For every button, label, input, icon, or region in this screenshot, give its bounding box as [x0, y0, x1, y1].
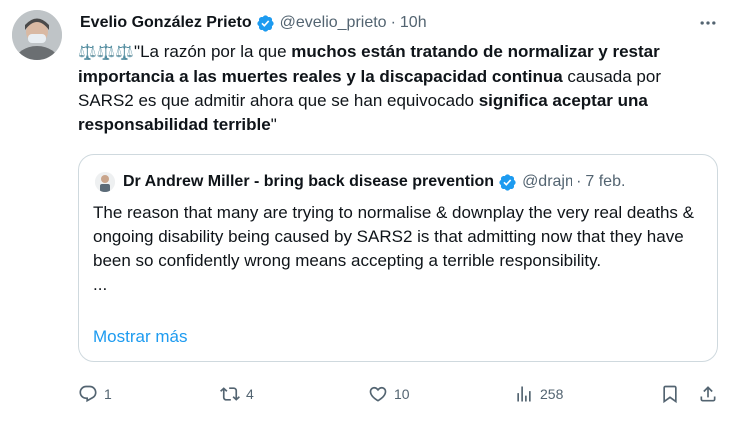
- action-bar: 1 4 10 258: [66, 380, 726, 408]
- tweet-text-part: ": [270, 115, 277, 134]
- show-more-link[interactable]: Mostrar más: [93, 327, 187, 347]
- reply-count: 1: [104, 386, 112, 402]
- bookmark-button[interactable]: [660, 380, 680, 408]
- quoted-author-handle: @drajm: [522, 173, 573, 190]
- reply-button[interactable]: 1: [78, 380, 112, 408]
- views-count: 258: [540, 386, 564, 402]
- views-icon: [517, 386, 531, 402]
- avatar[interactable]: [12, 10, 62, 60]
- tweet-header: Evelio González Prieto @evelio_prieto · …: [80, 12, 722, 34]
- like-button[interactable]: 10: [368, 380, 410, 408]
- share-icon: [700, 386, 716, 402]
- quoted-tweet-text: The reason that many are trying to norma…: [93, 201, 703, 297]
- separator-dot: ·: [390, 14, 396, 31]
- retweet-icon: [220, 387, 240, 401]
- quoted-text-body: The reason that many are trying to norma…: [93, 203, 694, 270]
- scales-emoji: ⚖️⚖️⚖️: [78, 44, 135, 61]
- tweet-text-part: "La razón por la que: [134, 42, 292, 61]
- more-icon: [700, 21, 716, 25]
- like-icon: [369, 386, 387, 402]
- quoted-tweet-header: Dr Andrew Miller - bring back disease pr…: [95, 171, 705, 193]
- tweet-text: ⚖️⚖️⚖️"La razón por la que muchos están …: [78, 40, 718, 137]
- verified-badge-icon: [498, 173, 517, 192]
- verified-badge-icon: [256, 14, 275, 33]
- quoted-avatar: [95, 172, 115, 192]
- quoted-timestamp: 7 feb.: [585, 173, 626, 190]
- retweet-count: 4: [246, 386, 254, 402]
- like-count: 10: [394, 386, 410, 402]
- quoted-text-ellipsis: ...: [93, 275, 108, 294]
- tweet-timestamp[interactable]: 10h: [400, 14, 427, 32]
- views-button[interactable]: 258: [514, 380, 563, 408]
- separator-dot: ·: [576, 173, 582, 190]
- share-button[interactable]: [698, 380, 718, 408]
- retweet-button[interactable]: 4: [220, 380, 254, 408]
- reply-icon: [79, 385, 97, 403]
- more-options-button[interactable]: [696, 12, 720, 34]
- bookmark-icon: [663, 385, 677, 404]
- quoted-tweet[interactable]: Dr Andrew Miller - bring back disease pr…: [78, 154, 718, 362]
- author-name[interactable]: Evelio González Prieto: [80, 14, 252, 32]
- quoted-author-name: Dr Andrew Miller - bring back disease pr…: [123, 173, 495, 190]
- author-handle[interactable]: @evelio_prieto: [280, 14, 387, 32]
- avatar-photo: [12, 10, 62, 60]
